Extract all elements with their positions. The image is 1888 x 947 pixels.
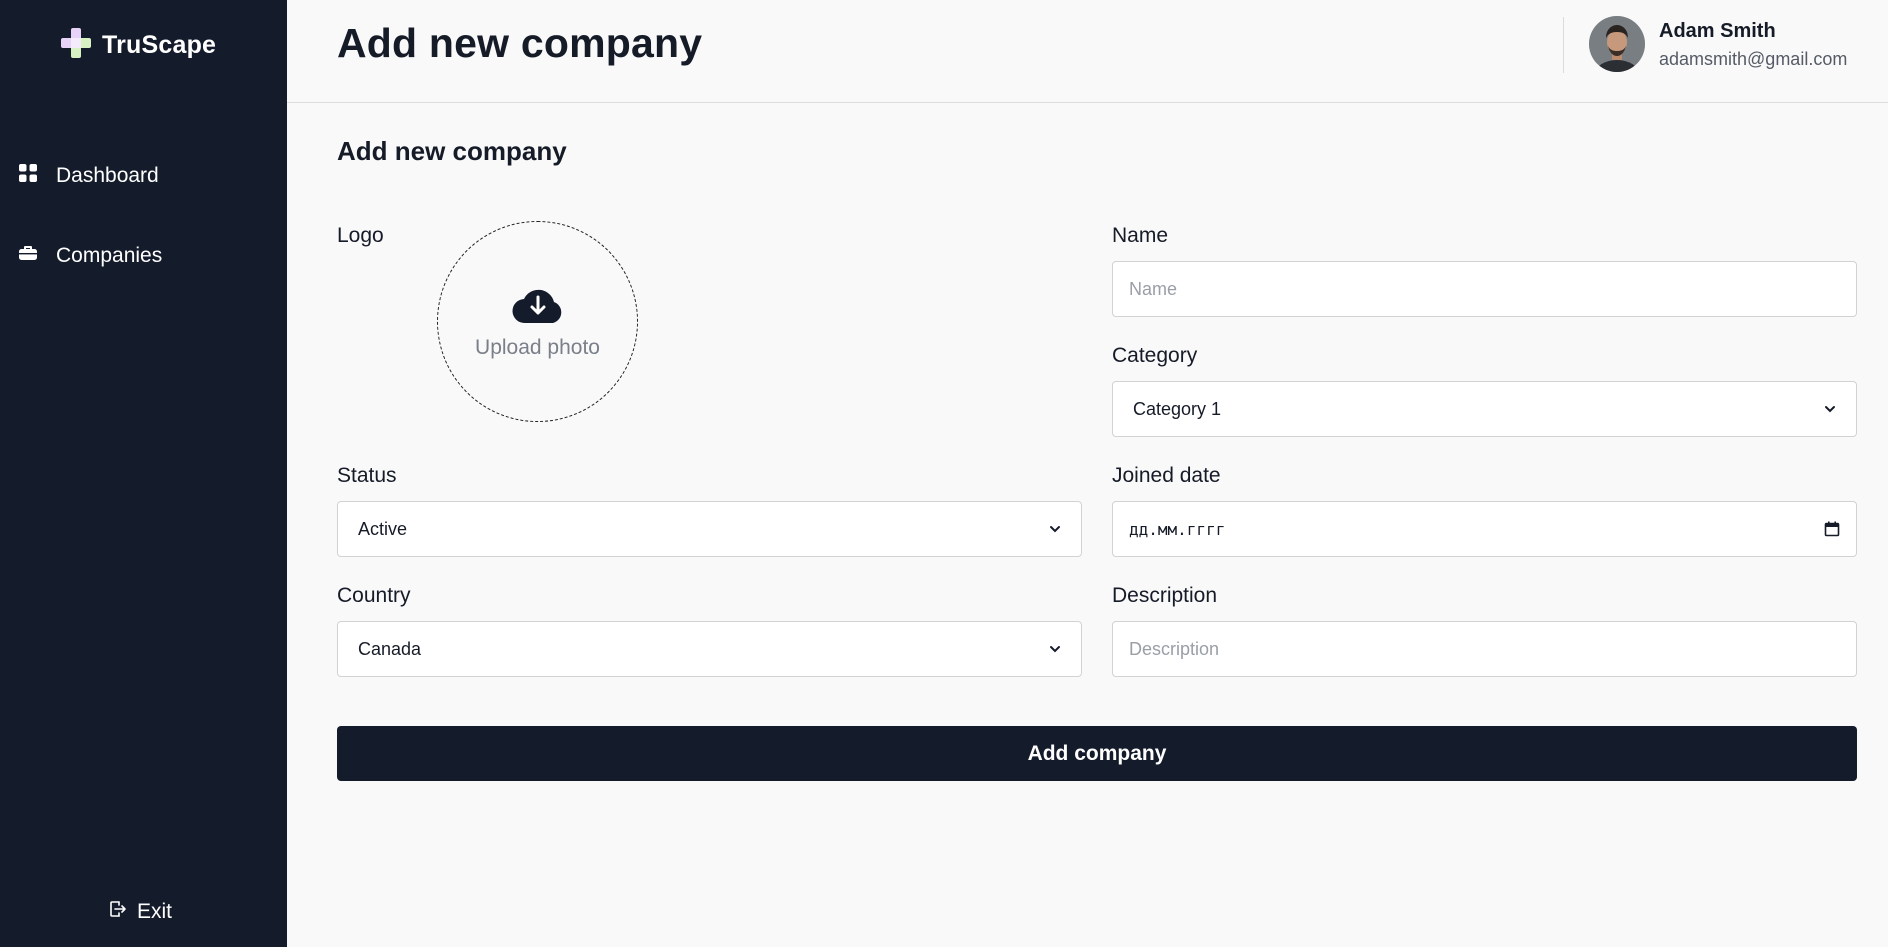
logo-icon [60, 27, 92, 64]
page-title: Add new company [337, 20, 703, 66]
add-company-button[interactable]: Add company [337, 726, 1857, 781]
section-title: Add new company [337, 136, 567, 166]
country-label: Country [337, 584, 411, 607]
sidebar-item-dashboard[interactable]: Dashboard [18, 163, 159, 189]
header-divider [1563, 17, 1564, 73]
name-label: Name [1112, 224, 1169, 247]
category-select[interactable]: Category 1 [1112, 381, 1857, 437]
upload-photo-text: Upload photo [475, 336, 600, 359]
logo-label: Logo [337, 224, 384, 247]
chevron-down-icon [1050, 646, 1060, 653]
cloud-download-icon [511, 283, 565, 330]
chevron-down-icon [1825, 406, 1835, 413]
upload-photo-button[interactable]: Upload photo [437, 221, 638, 422]
category-label: Category [1112, 344, 1198, 367]
user-email: adamsmith@gmail.com [1659, 49, 1848, 69]
sidebar: TruScape Dashboard Companies Exit [0, 0, 287, 947]
exit-label: Exit [137, 900, 173, 923]
sidebar-item-companies[interactable]: Companies [18, 243, 162, 269]
joined-date-input[interactable]: дд.мм.гггг [1112, 501, 1857, 557]
status-value: Active [358, 518, 408, 539]
exit-icon [107, 899, 127, 925]
briefcase-icon [18, 243, 38, 269]
brand-name: TruScape [102, 31, 217, 59]
status-select[interactable]: Active [337, 501, 1082, 557]
avatar[interactable] [1589, 16, 1645, 72]
brand[interactable]: TruScape [60, 27, 216, 64]
grid-icon [18, 163, 38, 189]
joined-date-value: дд.мм.гггг [1129, 519, 1226, 539]
country-value: Canada [358, 638, 422, 659]
exit-button[interactable]: Exit [107, 899, 172, 925]
sidebar-item-label: Companies [56, 244, 163, 267]
sidebar-item-label: Dashboard [56, 164, 159, 187]
description-input[interactable]: Description [1112, 621, 1857, 677]
country-select[interactable]: Canada [337, 621, 1082, 677]
name-input[interactable]: Name [1112, 261, 1857, 317]
chevron-down-icon [1050, 526, 1060, 533]
category-value: Category 1 [1133, 398, 1222, 419]
user-name: Adam Smith [1659, 20, 1776, 42]
joined-date-label: Joined date [1112, 464, 1221, 487]
status-label: Status [337, 464, 397, 487]
description-label: Description [1112, 584, 1218, 607]
top-header: Add new company Adam Smith adamsmith@gma… [287, 0, 1888, 103]
calendar-icon[interactable] [1824, 521, 1840, 537]
